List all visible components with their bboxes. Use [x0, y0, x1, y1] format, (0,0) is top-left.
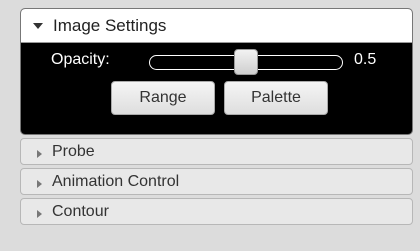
opacity-slider[interactable]: [149, 49, 343, 75]
opacity-row: Opacity: 0.5: [21, 43, 412, 79]
triangle-right-icon: [37, 209, 42, 218]
settings-accordion: Image Settings Opacity: 0.5 Range Palett…: [20, 8, 413, 225]
opacity-slider-thumb[interactable]: [234, 49, 258, 75]
palette-button[interactable]: Palette: [224, 81, 328, 115]
image-buttons-row: Range Palette: [21, 79, 412, 129]
image-settings-header[interactable]: Image Settings: [21, 9, 412, 43]
range-button[interactable]: Range: [111, 81, 215, 115]
probe-section-title: Probe: [52, 142, 95, 160]
image-settings-title: Image Settings: [53, 15, 167, 35]
opacity-value: 0.5: [354, 51, 377, 68]
animation-control-section-header[interactable]: Animation Control: [20, 168, 413, 195]
triangle-down-icon: [33, 22, 43, 29]
animation-control-section-title: Animation Control: [52, 172, 180, 190]
opacity-label: Opacity:: [51, 51, 110, 68]
image-settings-section: Image Settings Opacity: 0.5 Range Palett…: [20, 8, 413, 135]
contour-section-title: Contour: [52, 202, 109, 220]
contour-section-header[interactable]: Contour: [20, 198, 413, 225]
triangle-right-icon: [37, 149, 42, 158]
probe-section-header[interactable]: Probe: [20, 138, 413, 165]
triangle-right-icon: [37, 179, 42, 188]
